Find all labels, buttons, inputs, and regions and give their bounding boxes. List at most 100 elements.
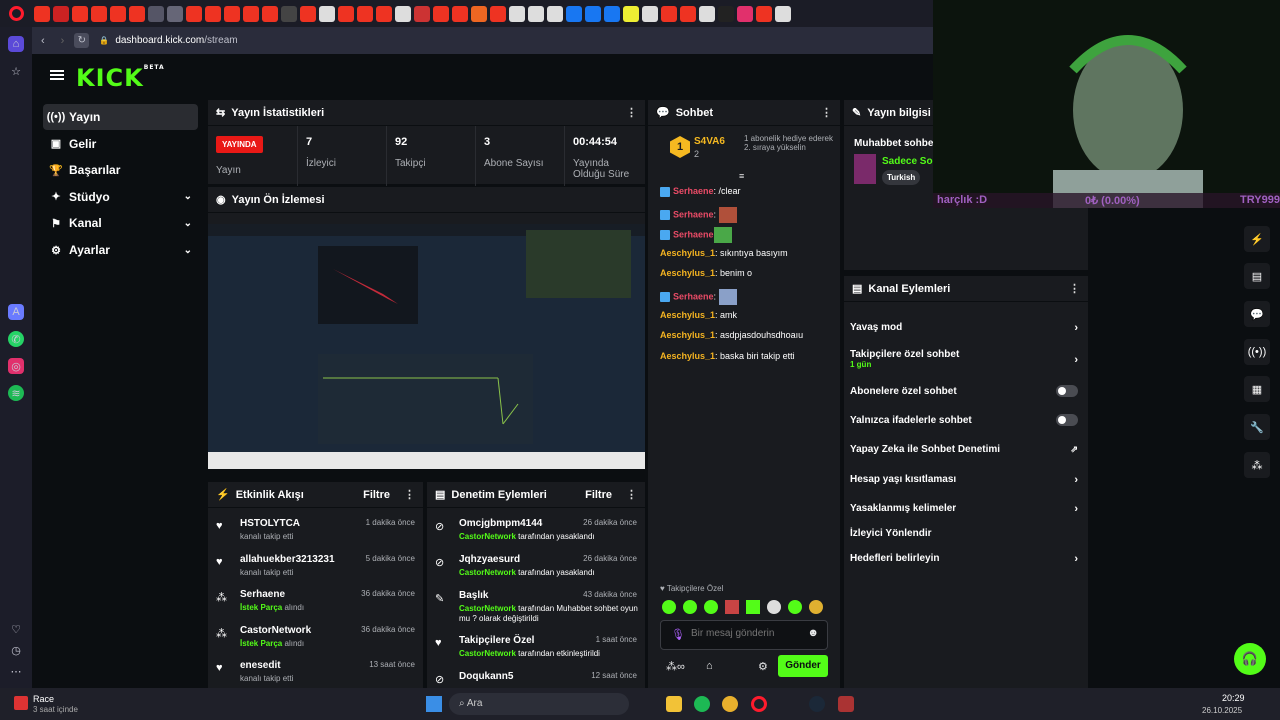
gift-leaderboard[interactable]: 1 S4VA6 2 1 abonelik hediye ederek 2. sı… <box>670 134 840 164</box>
browser-tab[interactable] <box>604 5 620 22</box>
channel-action-8[interactable]: Hedefleri belirleyin › <box>850 553 1080 569</box>
opera-taskbar-icon[interactable] <box>751 696 767 712</box>
browser-tab[interactable] <box>91 5 107 22</box>
channel-action-0[interactable]: Yavaş mod › <box>850 322 1080 338</box>
chat-username[interactable]: Serhaene <box>673 209 714 219</box>
spotify-taskbar-icon[interactable] <box>694 696 710 712</box>
browser-tab[interactable] <box>452 5 468 22</box>
chat-username[interactable]: Serhaene <box>673 230 714 240</box>
browser-tab[interactable] <box>376 5 392 22</box>
spotify-icon[interactable]: ≋ <box>8 385 24 401</box>
browser-tab[interactable] <box>471 5 487 22</box>
browser-tab[interactable] <box>338 5 354 22</box>
stream-preview-video[interactable] <box>208 224 645 469</box>
more-options-icon[interactable]: ⋮ <box>404 488 415 501</box>
browser-tab[interactable] <box>756 5 772 22</box>
browser-tab[interactable] <box>718 5 734 22</box>
aria-icon[interactable]: A <box>8 304 24 320</box>
chat-message[interactable]: Aeschylus_1: baska biri takip etti <box>660 351 795 361</box>
browser-tab[interactable] <box>547 5 563 22</box>
chat-message[interactable]: Serhaene: <box>660 206 737 223</box>
browser-tab[interactable] <box>642 5 658 22</box>
more-options-icon[interactable]: ⋮ <box>821 106 832 119</box>
browser-tab[interactable] <box>357 5 373 22</box>
chat-message[interactable]: Aeschylus_1: asdpjasdouhsdhoaıu <box>660 330 803 340</box>
browser-tab[interactable] <box>110 5 126 22</box>
nav-item-3[interactable]: ✦ Stüdyo ⌄ <box>43 184 198 210</box>
activity-item[interactable]: ♥ HSTOLYTCA kanalı takip etti 1 dakika önce <box>208 518 423 550</box>
nav-item-2[interactable]: 🏆 Başarılar <box>43 157 198 183</box>
browser-tab[interactable] <box>72 5 88 22</box>
activity-item[interactable]: ⁂ Serhaene İstek Parça alındı 36 dakika önc… <box>208 589 423 621</box>
kick-logo[interactable]: KICKBETA <box>76 64 165 92</box>
quick-action-doc-icon[interactable]: ▤ <box>1244 263 1270 289</box>
file-explorer-icon[interactable] <box>666 696 682 712</box>
moderation-item[interactable]: ⊘ Doqukann5 12 saat önce <box>427 671 645 688</box>
nav-item-1[interactable]: ▣ Gelir <box>43 131 198 157</box>
quick-action-points-icon[interactable]: ⁂ <box>1244 452 1270 478</box>
opera-logo-icon[interactable] <box>9 6 24 21</box>
moderation-item[interactable]: ⊘ Omcjgbmpm4144 CastorNetwork tarafından y… <box>427 518 645 552</box>
toggle-switch[interactable] <box>1056 385 1078 397</box>
heart-icon[interactable]: ♡ <box>8 621 24 637</box>
chat-username[interactable]: Aeschylus_1 <box>660 268 715 278</box>
chat-message[interactable]: Serhaene: /clear <box>660 186 741 197</box>
chrome-taskbar-icon[interactable] <box>722 696 738 712</box>
back-icon[interactable]: ‹ <box>41 35 45 47</box>
browser-tab[interactable] <box>680 5 696 22</box>
browser-tab[interactable] <box>433 5 449 22</box>
toggle-switch[interactable] <box>1056 414 1078 426</box>
store-icon[interactable]: ⌂ <box>706 660 713 672</box>
channel-action-3[interactable]: Yalnızca ifadelerle sohbet <box>850 414 1080 431</box>
moderation-item[interactable]: ✎ Başlık CastorNetwork tarafından Muhabbet… <box>427 590 645 624</box>
activity-item[interactable]: ♥ allahuekber3213231 kanalı takip etti 5 da… <box>208 554 423 586</box>
browser-tab[interactable] <box>566 5 582 22</box>
browser-tab[interactable] <box>129 5 145 22</box>
browser-tab[interactable] <box>281 5 297 22</box>
quick-action-layout-icon[interactable]: ▦ <box>1244 376 1270 402</box>
browser-tab[interactable] <box>509 5 525 22</box>
chat-message[interactable]: Serhaene: <box>660 289 737 305</box>
channel-action-4[interactable]: Yapay Zeka ile Sohbet Denetimi ⇗ <box>850 444 1080 460</box>
more-options-icon[interactable]: ⋮ <box>1069 282 1080 295</box>
game-taskbar-icon[interactable] <box>838 696 854 712</box>
chat-message[interactable]: Serhaene <box>660 227 732 244</box>
settings-icon[interactable]: ⚙ <box>758 660 768 673</box>
chat-username[interactable]: Serhaene <box>673 291 714 301</box>
channel-action-2[interactable]: Abonelere özel sohbet <box>850 385 1080 402</box>
browser-tab[interactable] <box>167 5 183 22</box>
more-options-icon[interactable]: ⋮ <box>626 106 637 119</box>
chat-input-box[interactable]: 🎙 ☻ <box>660 620 828 650</box>
browser-tab[interactable] <box>395 5 411 22</box>
emoji-icon[interactable]: ☻ <box>807 627 819 639</box>
chat-input[interactable] <box>691 628 801 639</box>
browser-tab[interactable] <box>490 5 506 22</box>
history-icon[interactable]: ◷ <box>8 642 24 658</box>
start-button[interactable] <box>426 696 442 712</box>
browser-tab[interactable] <box>205 5 221 22</box>
instagram-icon[interactable]: ◎ <box>8 358 24 374</box>
menu-icon[interactable] <box>50 70 64 80</box>
tag-turkish[interactable]: Turkish <box>882 170 921 185</box>
browser-tab[interactable] <box>224 5 240 22</box>
points-icon[interactable]: ⁂∞ <box>666 660 685 673</box>
home-icon[interactable]: ⌂ <box>8 36 24 52</box>
race-app-icon[interactable] <box>14 696 28 710</box>
search-box[interactable]: ⌕ Ara <box>449 693 629 715</box>
browser-tab[interactable] <box>243 5 259 22</box>
nav-item-0[interactable]: ((•)) Yayın <box>43 104 198 130</box>
chat-username[interactable]: Aeschylus_1 <box>660 248 715 258</box>
chat-message[interactable]: Aeschylus_1: amk <box>660 310 737 320</box>
moderation-filter-button[interactable]: Filtre <box>585 489 612 501</box>
channel-action-6[interactable]: Yasaklanmış kelimeler › <box>850 503 1080 519</box>
quick-action-wrench-icon[interactable]: 🔧 <box>1244 414 1270 440</box>
activity-item[interactable]: ⁂ CastorNetwork İstek Parça alındı 36 dakik… <box>208 625 423 657</box>
quick-action-bolt-icon[interactable]: ⚡ <box>1244 226 1270 252</box>
browser-tab[interactable] <box>34 5 50 22</box>
chat-username[interactable]: Aeschylus_1 <box>660 310 715 320</box>
browser-tab[interactable] <box>775 5 791 22</box>
chat-username[interactable]: Serhaene <box>673 186 714 196</box>
quick-action-broadcast-icon[interactable]: ((•)) <box>1244 339 1270 365</box>
browser-tab[interactable] <box>148 5 164 22</box>
nav-item-5[interactable]: ⚙ Ayarlar ⌄ <box>43 237 198 263</box>
